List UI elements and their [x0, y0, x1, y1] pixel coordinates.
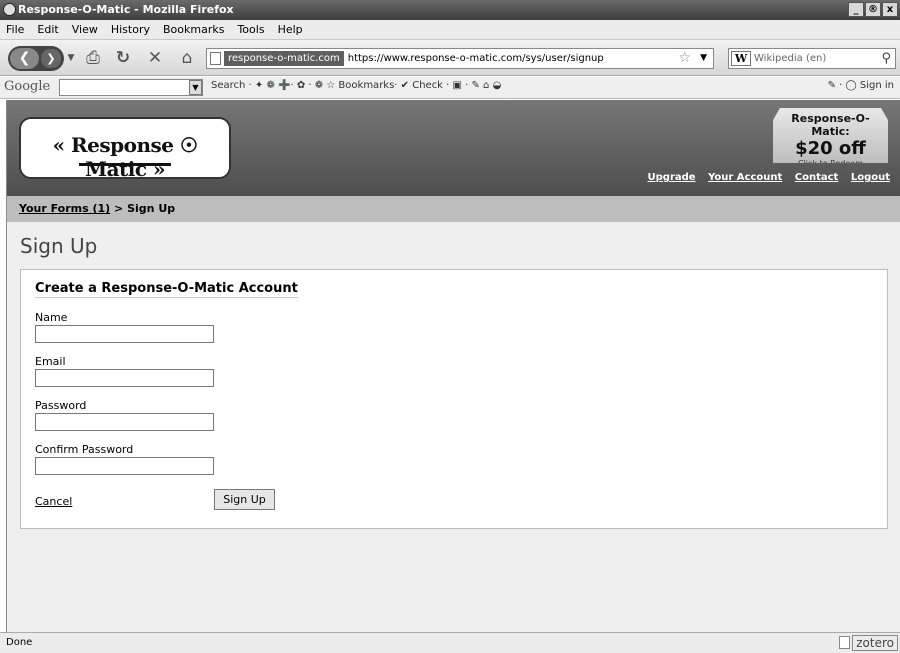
confirm-password-field[interactable]: [35, 457, 214, 475]
confirm-password-label: Confirm Password: [35, 443, 134, 456]
logo-text: « Response ☉ Matic »: [52, 133, 198, 181]
print-icon[interactable]: ⎙: [82, 48, 104, 68]
promo-title: Response-O-Matic:: [791, 112, 870, 138]
name-label: Name: [35, 311, 68, 324]
url-dropdown-icon[interactable]: ▼: [700, 49, 707, 68]
logout-link[interactable]: Logout: [851, 172, 890, 183]
site-header: « Response ☉ Matic » Response-O-Matic: $…: [7, 100, 900, 196]
google-dropdown-icon[interactable]: ▼: [189, 80, 202, 95]
search-icon[interactable]: ⚲: [881, 49, 891, 68]
breadcrumb-separator: >: [110, 202, 128, 215]
search-placeholder: Wikipedia (en): [754, 53, 827, 64]
window-title: Response-O-Matic - Mozilla Firefox: [18, 3, 234, 16]
header-links: Upgrade Your Account Contact Logout: [639, 172, 890, 183]
window-titlebar: Response-O-Matic - Mozilla Firefox _ ® x: [0, 0, 900, 20]
maximize-button[interactable]: ®: [865, 2, 881, 17]
sign-in-label[interactable]: Sign in: [860, 80, 894, 91]
menu-help[interactable]: Help: [278, 23, 303, 36]
upgrade-link[interactable]: Upgrade: [648, 172, 696, 183]
search-engine-icon[interactable]: W: [731, 51, 751, 66]
google-toolbar-tools[interactable]: Search · ✦ ❁ ➕· ✿ · ❁ ☆ Bookmarks· ✔ Che…: [211, 80, 501, 91]
history-dropdown-icon[interactable]: ▼: [66, 48, 76, 68]
page-icon: [210, 52, 221, 65]
email-label: Email: [35, 355, 66, 368]
email-field[interactable]: [35, 369, 214, 387]
logo-underline: [79, 163, 171, 166]
promo-amount: $20 off: [795, 138, 866, 159]
cancel-link[interactable]: Cancel: [35, 495, 72, 508]
forward-icon[interactable]: ❯: [41, 49, 61, 68]
url-bar[interactable]: response-o-matic.com https://www.respons…: [206, 48, 714, 69]
breadcrumb: Your Forms (1) > Sign Up: [7, 196, 900, 222]
contact-link[interactable]: Contact: [795, 172, 839, 183]
addon-icon[interactable]: [839, 636, 850, 649]
back-forward-group: ❮ ❯: [8, 46, 64, 71]
minimize-button[interactable]: _: [848, 2, 864, 17]
sign-in-link[interactable]: ✎ · ◯ Sign in: [828, 80, 894, 91]
menu-edit[interactable]: Edit: [37, 23, 58, 36]
menu-bookmarks[interactable]: Bookmarks: [163, 23, 224, 36]
breadcrumb-current: Sign Up: [127, 202, 176, 215]
promo-redeem-link[interactable]: Click to Redeem: [773, 159, 888, 163]
status-bar: Done zotero: [0, 632, 900, 653]
sign-up-button[interactable]: Sign Up: [214, 489, 275, 510]
status-text: Done: [6, 637, 33, 648]
site-identity-label[interactable]: response-o-matic.com: [224, 51, 344, 66]
google-logo: Google: [4, 79, 51, 94]
password-field[interactable]: [35, 413, 214, 431]
firefox-icon: [3, 3, 16, 16]
your-account-link[interactable]: Your Account: [708, 172, 782, 183]
search-box[interactable]: W Wikipedia (en) ⚲: [728, 48, 896, 69]
menu-bar: File Edit View History Bookmarks Tools H…: [0, 20, 900, 40]
menu-view[interactable]: View: [72, 23, 98, 36]
password-label: Password: [35, 399, 87, 412]
menu-file[interactable]: File: [6, 23, 24, 36]
main-content: Sign Up Create a Response-O-Matic Accoun…: [7, 222, 900, 632]
menu-history[interactable]: History: [111, 23, 150, 36]
name-field[interactable]: [35, 325, 214, 343]
page-title: Sign Up: [20, 234, 98, 258]
response-o-matic-logo[interactable]: « Response ☉ Matic »: [19, 117, 231, 181]
panel-title: Create a Response-O-Matic Account: [35, 281, 298, 298]
home-icon[interactable]: ⌂: [176, 48, 198, 68]
promo-badge[interactable]: Response-O-Matic: $20 off Click to Redee…: [773, 108, 888, 163]
zotero-button[interactable]: zotero: [852, 635, 898, 651]
close-button[interactable]: x: [882, 2, 898, 17]
window-controls: _ ® x: [848, 2, 898, 17]
bookmark-star-icon[interactable]: ☆: [678, 49, 691, 68]
google-search-input[interactable]: [59, 79, 203, 96]
google-toolbar: Google ▼ Search · ✦ ❁ ➕· ✿ · ❁ ☆ Bookmar…: [0, 77, 900, 99]
stop-icon[interactable]: ✕: [144, 48, 166, 68]
reload-icon[interactable]: ↻: [112, 48, 134, 68]
menu-tools[interactable]: Tools: [237, 23, 264, 36]
signup-panel: Create a Response-O-Matic Account Name E…: [20, 269, 888, 529]
navigation-toolbar: ❮ ❯ ▼ ⎙ ↻ ✕ ⌂ response-o-matic.com https…: [0, 40, 900, 76]
breadcrumb-forms-link[interactable]: Your Forms (1): [19, 202, 110, 215]
url-text[interactable]: https://www.response-o-matic.com/sys/use…: [348, 53, 604, 64]
back-icon[interactable]: ❮: [10, 48, 39, 69]
window-left-border: [0, 100, 7, 632]
